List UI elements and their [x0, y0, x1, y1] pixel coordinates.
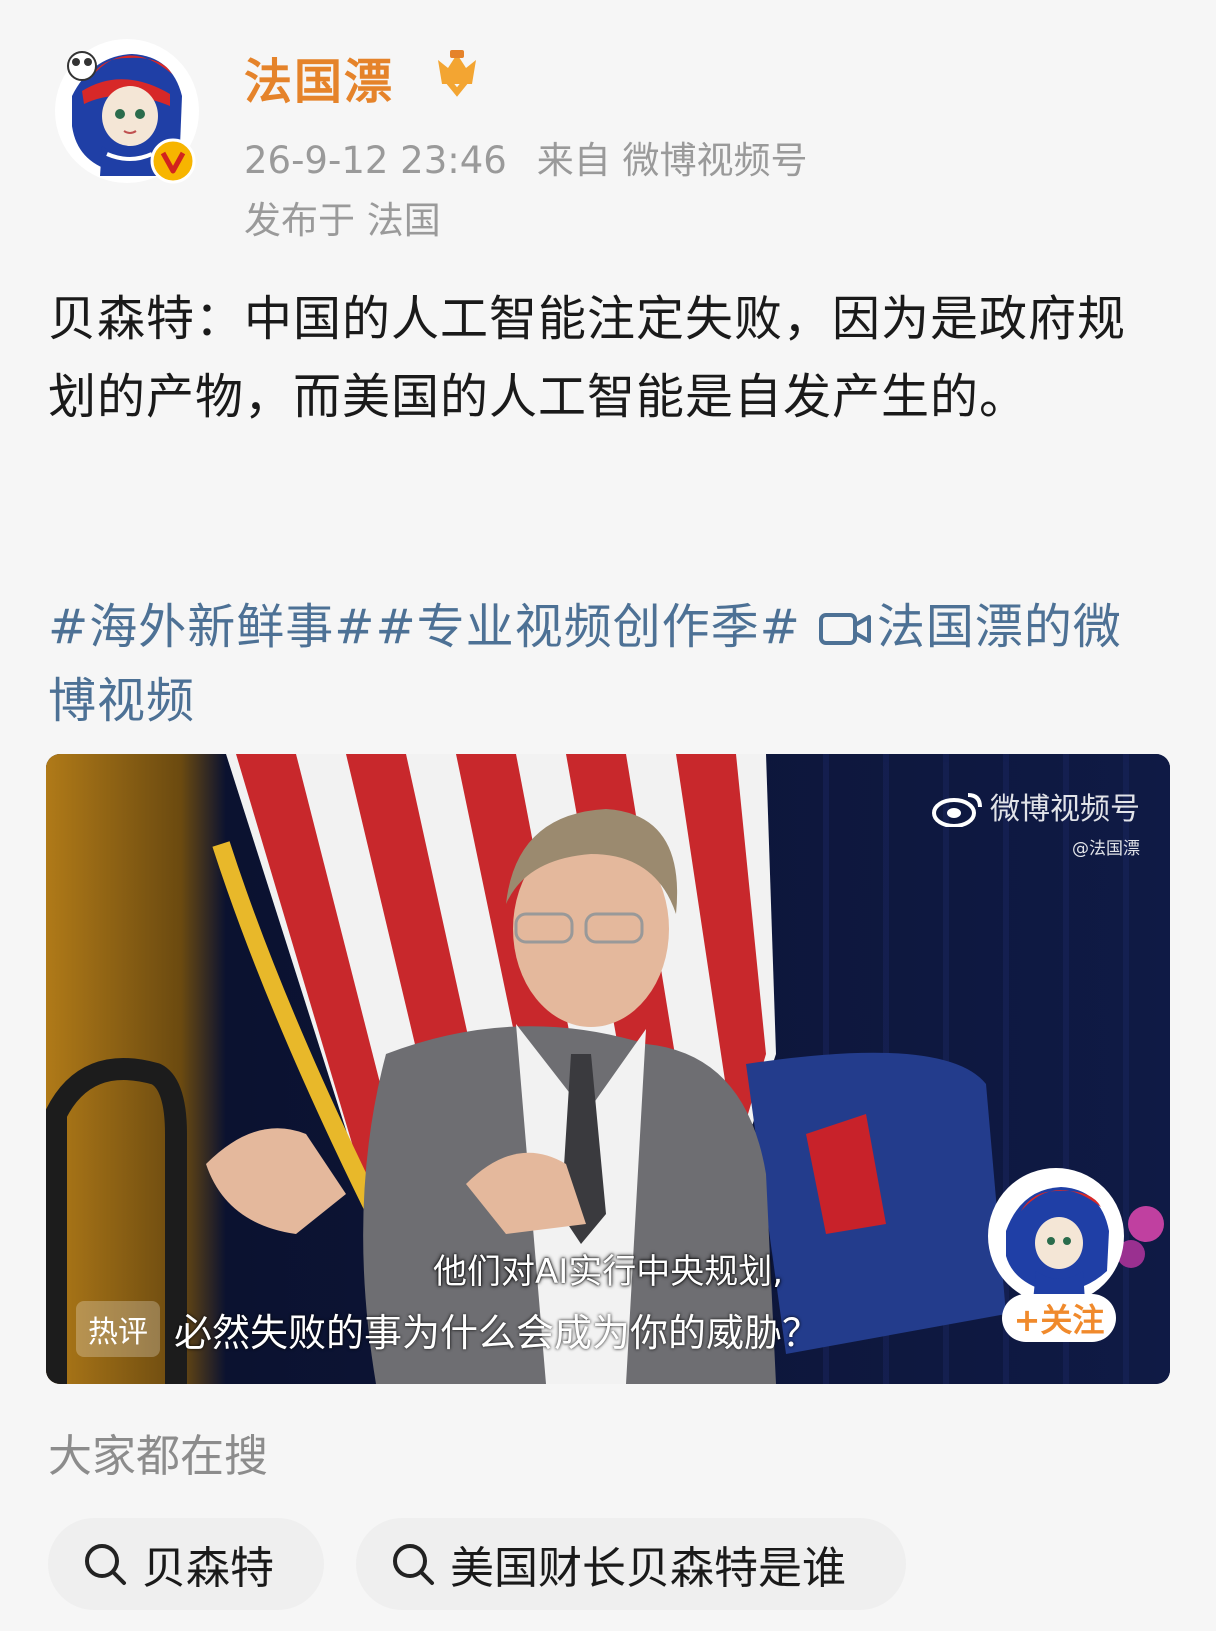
watermark-handle: @法国漂 — [1072, 839, 1140, 859]
post-source[interactable]: 来自 微博视频号 — [537, 139, 808, 182]
topic-tag[interactable]: #专业视频创作季# — [375, 599, 800, 655]
video-camera-icon — [818, 594, 871, 645]
video-player[interactable]: 微博视频号 @法国漂 他们对AI实行中央规划, 热评 必然失败的事为什么会成为你… — [46, 754, 1170, 1384]
search-icon — [393, 1544, 434, 1585]
hot-comment-badge: 热评 — [76, 1301, 160, 1357]
vip-crown-icon — [432, 46, 482, 98]
post-location: 发布于 法国 — [244, 199, 441, 242]
post-meta: 26-9-12 23:46 来自 微博视频号 — [244, 130, 808, 184]
watermark-title: 微博视频号 — [990, 792, 1140, 827]
post-tags: #海外新鲜事##专业视频创作季# 法国漂的微博视频 — [48, 590, 1168, 738]
author-name[interactable]: 法国漂 — [244, 42, 394, 112]
search-icon — [85, 1544, 126, 1585]
hot-comment-text: 必然失败的事为什么会成为你的威胁？ — [174, 1310, 821, 1355]
video-watermark: 微博视频号 @法国漂 — [932, 784, 1140, 859]
search-chip-label: 贝森特 — [142, 1543, 274, 1594]
search-chip[interactable]: 美国财长贝森特是谁 — [356, 1518, 906, 1610]
follow-button[interactable]: +关注 — [1002, 1294, 1116, 1342]
weibo-logo-icon — [932, 789, 984, 828]
hot-comment[interactable]: 热评 必然失败的事为什么会成为你的威胁？ — [76, 1300, 820, 1358]
follow-avatar[interactable] — [988, 1168, 1124, 1304]
verified-v-icon — [150, 138, 196, 184]
post-text: 贝森特：中国的人工智能注定失败，因为是政府规划的产物，而美国的人工智能是自发产生… — [48, 291, 1127, 425]
search-chip-label: 美国财长贝森特是谁 — [450, 1543, 846, 1594]
topic-tag[interactable]: #海外新鲜事# — [48, 599, 375, 655]
search-section-title: 大家都在搜 — [48, 1431, 268, 1482]
search-chip[interactable]: 贝森特 — [48, 1518, 324, 1610]
post-timestamp: 26-9-12 23:46 — [244, 139, 507, 182]
